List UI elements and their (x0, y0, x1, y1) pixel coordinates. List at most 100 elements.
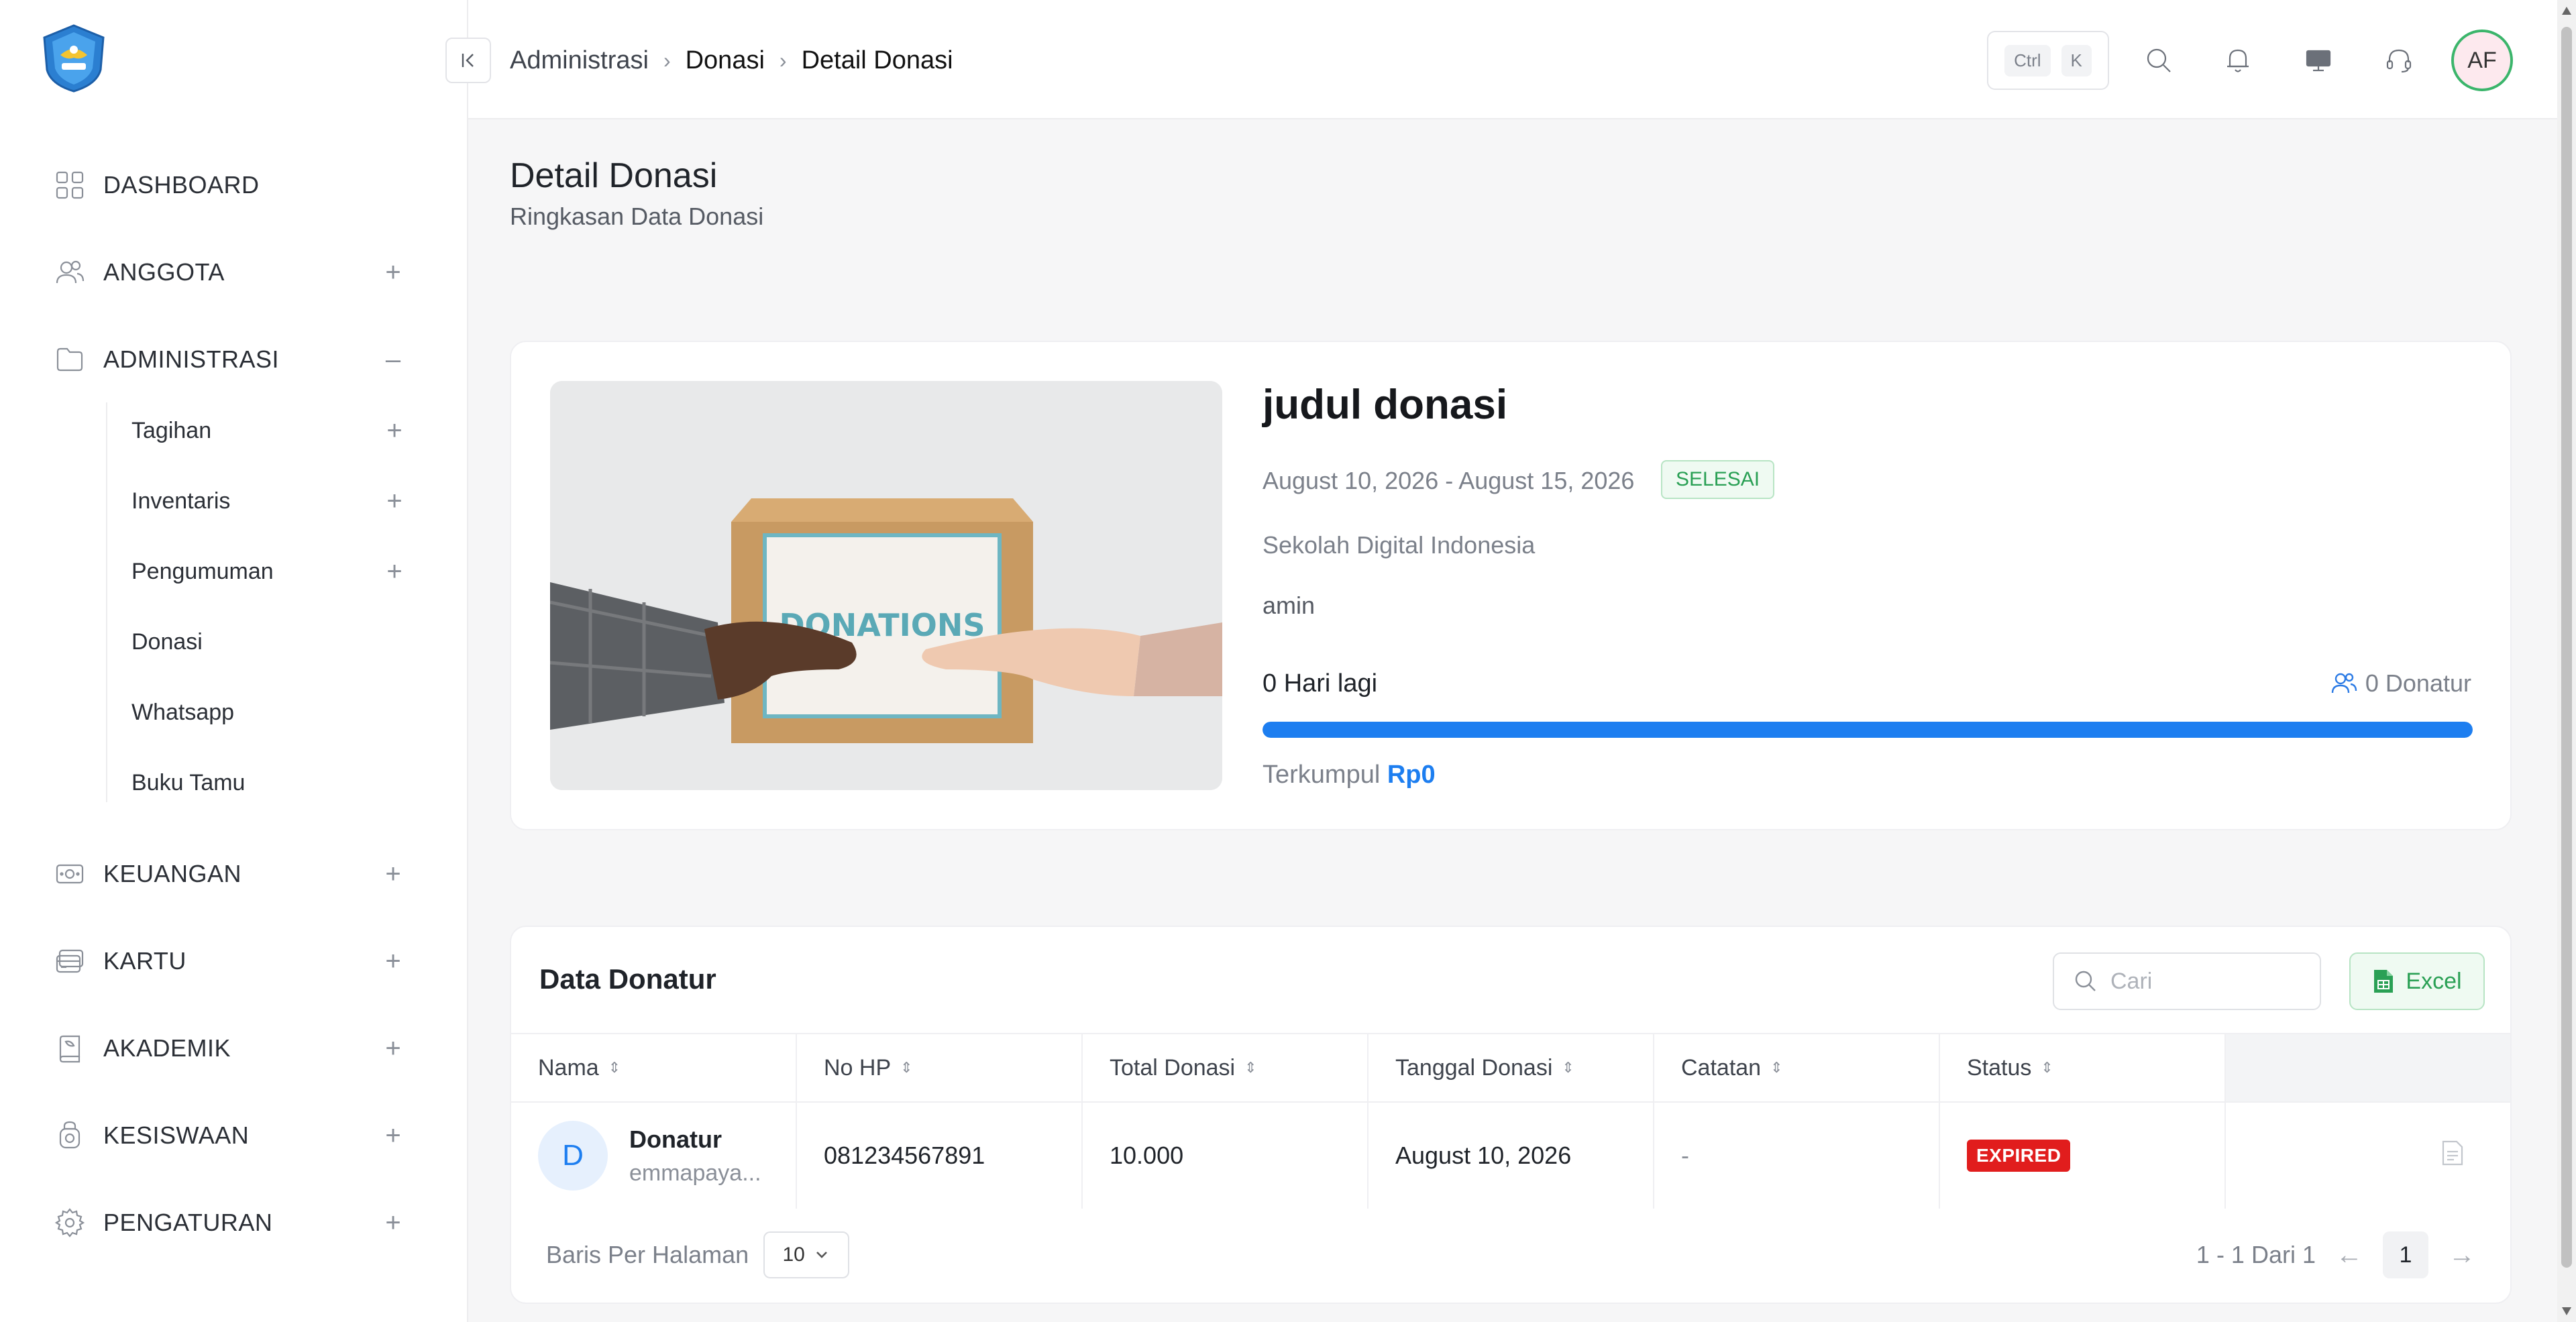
sort-icon[interactable]: ⇕ (608, 1060, 621, 1075)
column-header-nama[interactable]: Nama ⇕ (511, 1034, 797, 1101)
table-title: Data Donatur (539, 963, 716, 995)
sort-icon[interactable]: ⇕ (2041, 1060, 2053, 1075)
card-icon (51, 942, 89, 980)
scroll-down-icon[interactable] (2562, 1307, 2571, 1315)
sidebar-item-label: KESISWAAN (103, 1121, 250, 1149)
column-header-no-hp[interactable]: No HP ⇕ (797, 1034, 1083, 1101)
cell-total-donasi: 10.000 (1083, 1103, 1368, 1209)
gear-icon (51, 1204, 89, 1242)
rows-per-page-label: Baris Per Halaman (546, 1241, 749, 1268)
display-button[interactable] (2296, 38, 2341, 83)
sidebar-sub-tagihan[interactable]: Tagihan + (131, 404, 408, 457)
sidebar-sub-label: Buku Tamu (131, 769, 246, 795)
sidebar-item-kesiswaan[interactable]: KESISWAAN + (51, 1109, 407, 1162)
search-icon (2075, 971, 2096, 991)
search-icon (2147, 48, 2171, 72)
expand-icon[interactable]: + (381, 557, 408, 587)
search-input[interactable] (2110, 968, 2312, 995)
collected-label: Terkumpul (1263, 761, 1381, 789)
status-badge: EXPIRED (1967, 1140, 2071, 1172)
expand-icon[interactable]: + (380, 859, 407, 889)
page-subtitle: Ringkasan Data Donasi (510, 203, 764, 230)
sort-icon[interactable]: ⇕ (1562, 1060, 1574, 1075)
column-header-tanggal-donasi[interactable]: Tanggal Donasi ⇕ (1368, 1034, 1654, 1101)
sort-icon[interactable]: ⇕ (1770, 1060, 1782, 1075)
prev-page-icon[interactable]: ← (2336, 1240, 2363, 1270)
breadcrumb: Administrasi › Donasi › Detail Donasi (510, 43, 953, 78)
search-box[interactable] (2053, 952, 2321, 1010)
sidebar-item-dashboard[interactable]: DASHBOARD (51, 158, 407, 212)
column-label: Nama (538, 1054, 599, 1081)
scroll-up-icon[interactable] (2562, 7, 2571, 15)
page-number[interactable]: 1 (2383, 1231, 2428, 1278)
student-icon (51, 1117, 89, 1154)
sidebar-item-administrasi[interactable]: ADMINISTRASI – (51, 333, 407, 386)
column-header-catatan[interactable]: Catatan ⇕ (1654, 1034, 1940, 1101)
next-page-icon[interactable]: → (2449, 1240, 2475, 1270)
support-button[interactable] (2376, 38, 2422, 83)
expand-icon[interactable]: + (380, 1034, 407, 1064)
column-header-total-donasi[interactable]: Total Donasi ⇕ (1083, 1034, 1368, 1101)
sidebar-sub-inventaris[interactable]: Inventaris + (131, 474, 408, 528)
sidebar-item-kartu[interactable]: KARTU + (51, 934, 407, 988)
sidebar-item-anggota[interactable]: ANGGOTA + (51, 245, 407, 299)
sidebar-item-keuangan[interactable]: KEUANGAN + (51, 847, 407, 901)
document-icon[interactable] (2440, 1140, 2465, 1172)
sidebar-item-akademik[interactable]: AKADEMIK + (51, 1022, 407, 1075)
sidebar-item-pengaturan[interactable]: PENGATURAN + (51, 1196, 407, 1250)
user-avatar[interactable]: AF (2451, 30, 2513, 91)
pagination-info: 1 - 1 Dari 1 (2196, 1241, 2316, 1268)
rows-per-page-value: 10 (782, 1244, 805, 1266)
folder-icon (51, 341, 89, 378)
column-label: Tanggal Donasi (1395, 1054, 1553, 1081)
search-button[interactable] (2136, 38, 2182, 83)
sidebar-sub-whatsapp[interactable]: Whatsapp (131, 685, 408, 739)
expand-icon[interactable]: + (380, 946, 407, 977)
notifications-button[interactable] (2215, 38, 2261, 83)
breadcrumb-donasi[interactable]: Donasi (686, 46, 765, 75)
export-excel-button[interactable]: Excel (2349, 952, 2485, 1010)
sort-icon[interactable]: ⇕ (1244, 1060, 1256, 1075)
excel-file-icon (2374, 970, 2394, 993)
donor-count: 0 Donatur (2330, 669, 2471, 698)
donation-image: DONATIONS (550, 381, 1222, 790)
donor-avatar: D (538, 1121, 608, 1191)
days-remaining: 0 Hari lagi (1263, 669, 1378, 698)
expand-icon[interactable]: + (381, 416, 408, 446)
collapse-icon[interactable]: – (380, 345, 407, 375)
collapse-left-icon (462, 54, 474, 67)
sidebar-sub-donasi[interactable]: Donasi (131, 615, 408, 669)
headset-icon (2386, 49, 2412, 73)
breadcrumb-administrasi[interactable]: Administrasi (510, 46, 649, 75)
chevron-right-icon: › (663, 48, 671, 72)
expand-icon[interactable]: + (381, 486, 408, 516)
chevron-down-icon (816, 1252, 827, 1258)
sidebar-sub-label: Donasi (131, 628, 203, 655)
expand-icon[interactable]: + (380, 1208, 407, 1238)
command-palette-shortcut[interactable]: Ctrl K (1987, 31, 2109, 90)
donors-table-card: Data Donatur Excel Nama ⇕ No HP ⇕ Total Do… (510, 926, 2512, 1304)
status-badge: SELESAI (1661, 460, 1775, 499)
scrollbar-thumb[interactable] (2561, 27, 2572, 1268)
breadcrumb-detail-donasi: Detail Donasi (801, 46, 953, 74)
users-icon (51, 254, 89, 291)
collapse-sidebar-button[interactable] (445, 38, 491, 83)
expand-icon[interactable]: + (380, 1121, 407, 1151)
column-header-status[interactable]: Status ⇕ (1940, 1034, 2226, 1101)
school-logo[interactable] (39, 23, 109, 94)
sidebar-sub-pengumuman[interactable]: Pengumuman + (131, 545, 408, 598)
cell-nama: D Donatur emmapaya... (511, 1103, 797, 1209)
collected-value: Rp0 (1387, 761, 1436, 789)
chevron-right-icon: › (779, 48, 787, 72)
book-icon (51, 1030, 89, 1067)
expand-icon[interactable]: + (380, 258, 407, 288)
rows-per-page: Baris Per Halaman 10 (546, 1231, 850, 1278)
table-row[interactable]: D Donatur emmapaya... 081234567891 10.00… (511, 1103, 2510, 1209)
page-scrollbar[interactable] (2557, 0, 2576, 1322)
cell-catatan: - (1654, 1103, 1940, 1209)
sort-icon[interactable]: ⇕ (900, 1060, 912, 1075)
money-icon (51, 855, 89, 893)
sidebar-sub-buku-tamu[interactable]: Buku Tamu (131, 756, 408, 810)
column-header-actions (2226, 1034, 2510, 1101)
rows-per-page-select[interactable]: 10 (763, 1231, 850, 1278)
